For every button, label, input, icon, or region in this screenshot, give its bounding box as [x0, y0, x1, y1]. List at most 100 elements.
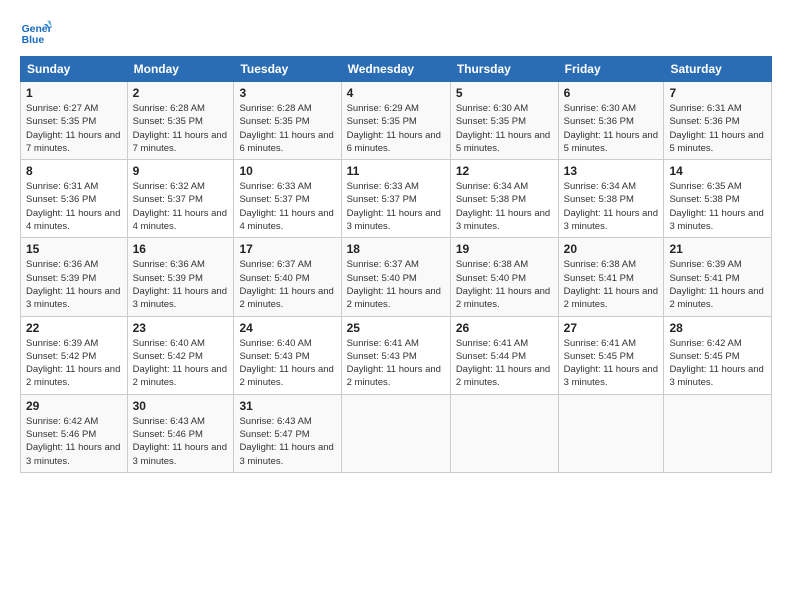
day-info: Sunrise: 6:41 AMSunset: 5:43 PMDaylight:… [347, 338, 441, 389]
day-number: 15 [26, 242, 122, 256]
week-row-4: 22 Sunrise: 6:39 AMSunset: 5:42 PMDaylig… [21, 316, 772, 394]
day-number: 5 [456, 86, 553, 100]
calendar-cell: 27 Sunrise: 6:41 AMSunset: 5:45 PMDaylig… [558, 316, 664, 394]
logo-icon: General Blue [20, 16, 52, 48]
calendar-cell: 20 Sunrise: 6:38 AMSunset: 5:41 PMDaylig… [558, 238, 664, 316]
calendar-cell: 15 Sunrise: 6:36 AMSunset: 5:39 PMDaylig… [21, 238, 128, 316]
calendar-cell: 5 Sunrise: 6:30 AMSunset: 5:35 PMDayligh… [450, 82, 558, 160]
week-row-2: 8 Sunrise: 6:31 AMSunset: 5:36 PMDayligh… [21, 160, 772, 238]
col-header-thursday: Thursday [450, 57, 558, 82]
day-info: Sunrise: 6:36 AMSunset: 5:39 PMDaylight:… [26, 259, 120, 310]
day-info: Sunrise: 6:36 AMSunset: 5:39 PMDaylight:… [133, 259, 227, 310]
day-number: 25 [347, 321, 445, 335]
calendar-cell: 19 Sunrise: 6:38 AMSunset: 5:40 PMDaylig… [450, 238, 558, 316]
calendar-cell: 17 Sunrise: 6:37 AMSunset: 5:40 PMDaylig… [234, 238, 341, 316]
calendar-cell: 3 Sunrise: 6:28 AMSunset: 5:35 PMDayligh… [234, 82, 341, 160]
day-info: Sunrise: 6:31 AMSunset: 5:36 PMDaylight:… [669, 103, 763, 154]
week-row-5: 29 Sunrise: 6:42 AMSunset: 5:46 PMDaylig… [21, 394, 772, 472]
day-info: Sunrise: 6:34 AMSunset: 5:38 PMDaylight:… [456, 181, 550, 232]
day-info: Sunrise: 6:34 AMSunset: 5:38 PMDaylight:… [564, 181, 658, 232]
day-info: Sunrise: 6:42 AMSunset: 5:46 PMDaylight:… [26, 416, 120, 467]
day-info: Sunrise: 6:42 AMSunset: 5:45 PMDaylight:… [669, 338, 763, 389]
day-info: Sunrise: 6:37 AMSunset: 5:40 PMDaylight:… [239, 259, 333, 310]
calendar-cell: 26 Sunrise: 6:41 AMSunset: 5:44 PMDaylig… [450, 316, 558, 394]
day-number: 18 [347, 242, 445, 256]
calendar-cell: 29 Sunrise: 6:42 AMSunset: 5:46 PMDaylig… [21, 394, 128, 472]
day-info: Sunrise: 6:38 AMSunset: 5:40 PMDaylight:… [456, 259, 550, 310]
day-info: Sunrise: 6:43 AMSunset: 5:47 PMDaylight:… [239, 416, 333, 467]
calendar-cell: 25 Sunrise: 6:41 AMSunset: 5:43 PMDaylig… [341, 316, 450, 394]
day-info: Sunrise: 6:43 AMSunset: 5:46 PMDaylight:… [133, 416, 227, 467]
day-number: 4 [347, 86, 445, 100]
calendar-cell [664, 394, 772, 472]
day-number: 19 [456, 242, 553, 256]
calendar-cell: 21 Sunrise: 6:39 AMSunset: 5:41 PMDaylig… [664, 238, 772, 316]
day-number: 7 [669, 86, 766, 100]
logo: General Blue [20, 16, 52, 48]
calendar-cell: 9 Sunrise: 6:32 AMSunset: 5:37 PMDayligh… [127, 160, 234, 238]
col-header-saturday: Saturday [664, 57, 772, 82]
calendar-cell: 23 Sunrise: 6:40 AMSunset: 5:42 PMDaylig… [127, 316, 234, 394]
page-container: General Blue SundayMondayTuesdayWednesda… [0, 0, 792, 483]
col-header-monday: Monday [127, 57, 234, 82]
calendar-table: SundayMondayTuesdayWednesdayThursdayFrid… [20, 56, 772, 473]
calendar-cell: 28 Sunrise: 6:42 AMSunset: 5:45 PMDaylig… [664, 316, 772, 394]
day-number: 3 [239, 86, 335, 100]
calendar-cell: 10 Sunrise: 6:33 AMSunset: 5:37 PMDaylig… [234, 160, 341, 238]
day-info: Sunrise: 6:33 AMSunset: 5:37 PMDaylight:… [239, 181, 333, 232]
calendar-body: 1 Sunrise: 6:27 AMSunset: 5:35 PMDayligh… [21, 82, 772, 473]
day-info: Sunrise: 6:30 AMSunset: 5:36 PMDaylight:… [564, 103, 658, 154]
day-number: 23 [133, 321, 229, 335]
header: General Blue [20, 16, 772, 48]
day-info: Sunrise: 6:41 AMSunset: 5:44 PMDaylight:… [456, 338, 550, 389]
day-info: Sunrise: 6:39 AMSunset: 5:41 PMDaylight:… [669, 259, 763, 310]
calendar-cell: 31 Sunrise: 6:43 AMSunset: 5:47 PMDaylig… [234, 394, 341, 472]
col-header-wednesday: Wednesday [341, 57, 450, 82]
day-number: 17 [239, 242, 335, 256]
day-number: 29 [26, 399, 122, 413]
day-info: Sunrise: 6:38 AMSunset: 5:41 PMDaylight:… [564, 259, 658, 310]
calendar-cell: 7 Sunrise: 6:31 AMSunset: 5:36 PMDayligh… [664, 82, 772, 160]
day-info: Sunrise: 6:35 AMSunset: 5:38 PMDaylight:… [669, 181, 763, 232]
day-number: 24 [239, 321, 335, 335]
day-number: 10 [239, 164, 335, 178]
day-number: 31 [239, 399, 335, 413]
week-row-1: 1 Sunrise: 6:27 AMSunset: 5:35 PMDayligh… [21, 82, 772, 160]
col-header-tuesday: Tuesday [234, 57, 341, 82]
calendar-cell: 18 Sunrise: 6:37 AMSunset: 5:40 PMDaylig… [341, 238, 450, 316]
day-info: Sunrise: 6:31 AMSunset: 5:36 PMDaylight:… [26, 181, 120, 232]
day-number: 6 [564, 86, 659, 100]
day-number: 27 [564, 321, 659, 335]
calendar-cell: 14 Sunrise: 6:35 AMSunset: 5:38 PMDaylig… [664, 160, 772, 238]
day-number: 22 [26, 321, 122, 335]
day-info: Sunrise: 6:27 AMSunset: 5:35 PMDaylight:… [26, 103, 120, 154]
day-number: 8 [26, 164, 122, 178]
calendar-cell: 1 Sunrise: 6:27 AMSunset: 5:35 PMDayligh… [21, 82, 128, 160]
day-info: Sunrise: 6:30 AMSunset: 5:35 PMDaylight:… [456, 103, 550, 154]
day-info: Sunrise: 6:32 AMSunset: 5:37 PMDaylight:… [133, 181, 227, 232]
calendar-header-row: SundayMondayTuesdayWednesdayThursdayFrid… [21, 57, 772, 82]
day-info: Sunrise: 6:37 AMSunset: 5:40 PMDaylight:… [347, 259, 441, 310]
day-number: 13 [564, 164, 659, 178]
day-number: 11 [347, 164, 445, 178]
day-number: 12 [456, 164, 553, 178]
calendar-cell: 24 Sunrise: 6:40 AMSunset: 5:43 PMDaylig… [234, 316, 341, 394]
calendar-cell: 22 Sunrise: 6:39 AMSunset: 5:42 PMDaylig… [21, 316, 128, 394]
calendar-cell [450, 394, 558, 472]
svg-text:Blue: Blue [22, 35, 45, 46]
day-number: 30 [133, 399, 229, 413]
calendar-cell: 4 Sunrise: 6:29 AMSunset: 5:35 PMDayligh… [341, 82, 450, 160]
day-number: 16 [133, 242, 229, 256]
calendar-cell: 8 Sunrise: 6:31 AMSunset: 5:36 PMDayligh… [21, 160, 128, 238]
day-number: 14 [669, 164, 766, 178]
day-number: 21 [669, 242, 766, 256]
calendar-cell: 11 Sunrise: 6:33 AMSunset: 5:37 PMDaylig… [341, 160, 450, 238]
day-number: 28 [669, 321, 766, 335]
day-number: 26 [456, 321, 553, 335]
day-info: Sunrise: 6:40 AMSunset: 5:42 PMDaylight:… [133, 338, 227, 389]
day-info: Sunrise: 6:33 AMSunset: 5:37 PMDaylight:… [347, 181, 441, 232]
day-info: Sunrise: 6:40 AMSunset: 5:43 PMDaylight:… [239, 338, 333, 389]
calendar-cell: 2 Sunrise: 6:28 AMSunset: 5:35 PMDayligh… [127, 82, 234, 160]
day-number: 1 [26, 86, 122, 100]
col-header-sunday: Sunday [21, 57, 128, 82]
